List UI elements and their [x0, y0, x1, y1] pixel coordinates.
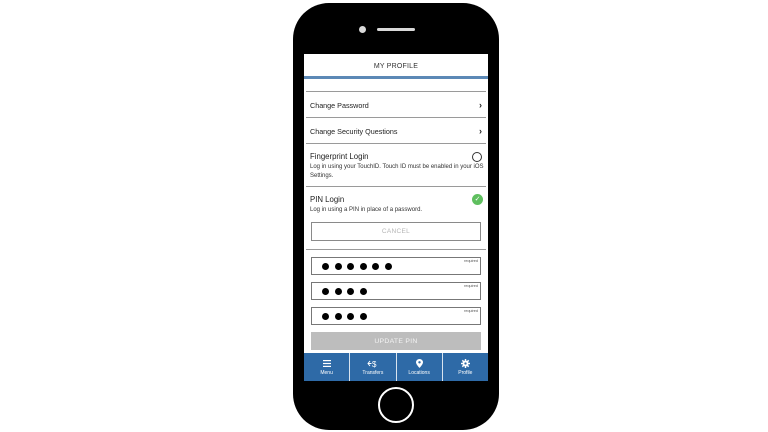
tab-locations-label: Locations	[408, 370, 430, 376]
svg-text:$: $	[372, 360, 377, 368]
stage: MY PROFILE Change Password › Change Secu…	[0, 0, 768, 432]
menu-icon	[322, 358, 331, 368]
cancel-button[interactable]: CANCEL	[311, 222, 481, 241]
pin-dot	[359, 263, 367, 270]
page-header: MY PROFILE	[304, 54, 488, 79]
change-password-row[interactable]: Change Password ›	[310, 99, 484, 111]
required-label: required	[464, 259, 478, 263]
fingerprint-login-title: Fingerprint Login	[310, 152, 369, 161]
fingerprint-login-description: Log in using your TouchID. Touch ID must…	[310, 164, 484, 179]
pin-dot	[334, 313, 342, 320]
tab-transfers[interactable]: $ Transfers	[350, 353, 397, 381]
pin-dot	[322, 263, 329, 270]
tab-profile[interactable]: Profile	[443, 353, 488, 381]
divider	[306, 91, 486, 92]
pin-dot	[334, 288, 342, 295]
tab-menu-label: Menu	[320, 370, 333, 376]
pin-login-title: PIN Login	[310, 195, 345, 204]
page-title: MY PROFILE	[373, 63, 419, 70]
required-label: required	[464, 284, 478, 288]
pin-dot	[347, 263, 354, 270]
home-button[interactable]	[378, 387, 414, 423]
camera-icon	[359, 26, 366, 33]
pin-dot	[359, 313, 367, 320]
update-pin-button[interactable]: UPDATE PIN	[311, 332, 481, 350]
pin-dot	[347, 313, 354, 320]
divider	[306, 117, 486, 118]
pin-dot	[359, 288, 367, 295]
current-pin-field[interactable]: required	[311, 257, 481, 275]
speaker-grille	[377, 28, 415, 31]
gear-icon	[460, 358, 470, 368]
change-password-label: Change Password	[310, 100, 369, 110]
new-pin-field[interactable]: required	[311, 282, 481, 300]
divider	[306, 186, 486, 187]
pin-dot	[322, 288, 329, 295]
change-security-questions-row[interactable]: Change Security Questions ›	[310, 125, 484, 137]
tab-bar: Menu $ Transfers Locations Profile	[304, 353, 488, 381]
pin-login-radio[interactable]: ✓	[472, 194, 483, 205]
fingerprint-radio[interactable]	[472, 152, 482, 162]
tab-transfers-label: Transfers	[362, 370, 384, 376]
required-label: required	[464, 309, 478, 313]
pin-dot	[322, 313, 329, 320]
phone-frame: MY PROFILE Change Password › Change Secu…	[293, 3, 499, 430]
divider	[306, 249, 486, 250]
location-pin-icon	[415, 358, 423, 368]
divider	[306, 143, 486, 144]
tab-profile-label: Profile	[458, 370, 473, 376]
masked-pin-dots	[322, 288, 367, 295]
chevron-right-icon: ›	[479, 126, 482, 136]
tab-locations[interactable]: Locations	[397, 353, 443, 381]
pin-dot	[384, 263, 392, 270]
pin-dot	[372, 263, 379, 270]
tab-menu[interactable]: Menu	[304, 353, 351, 381]
screen: MY PROFILE Change Password › Change Secu…	[304, 54, 488, 381]
pin-dot	[347, 288, 354, 295]
chevron-right-icon: ›	[479, 100, 482, 110]
transfers-icon: $	[367, 358, 378, 368]
change-security-questions-label: Change Security Questions	[310, 126, 398, 136]
confirm-pin-field[interactable]: required	[311, 307, 481, 325]
checkmark-icon: ✓	[474, 196, 481, 203]
pin-dot	[334, 263, 342, 270]
masked-pin-dots	[322, 263, 392, 270]
pin-login-description: Log in using a PIN in place of a passwor…	[310, 207, 423, 213]
masked-pin-dots	[322, 313, 367, 320]
